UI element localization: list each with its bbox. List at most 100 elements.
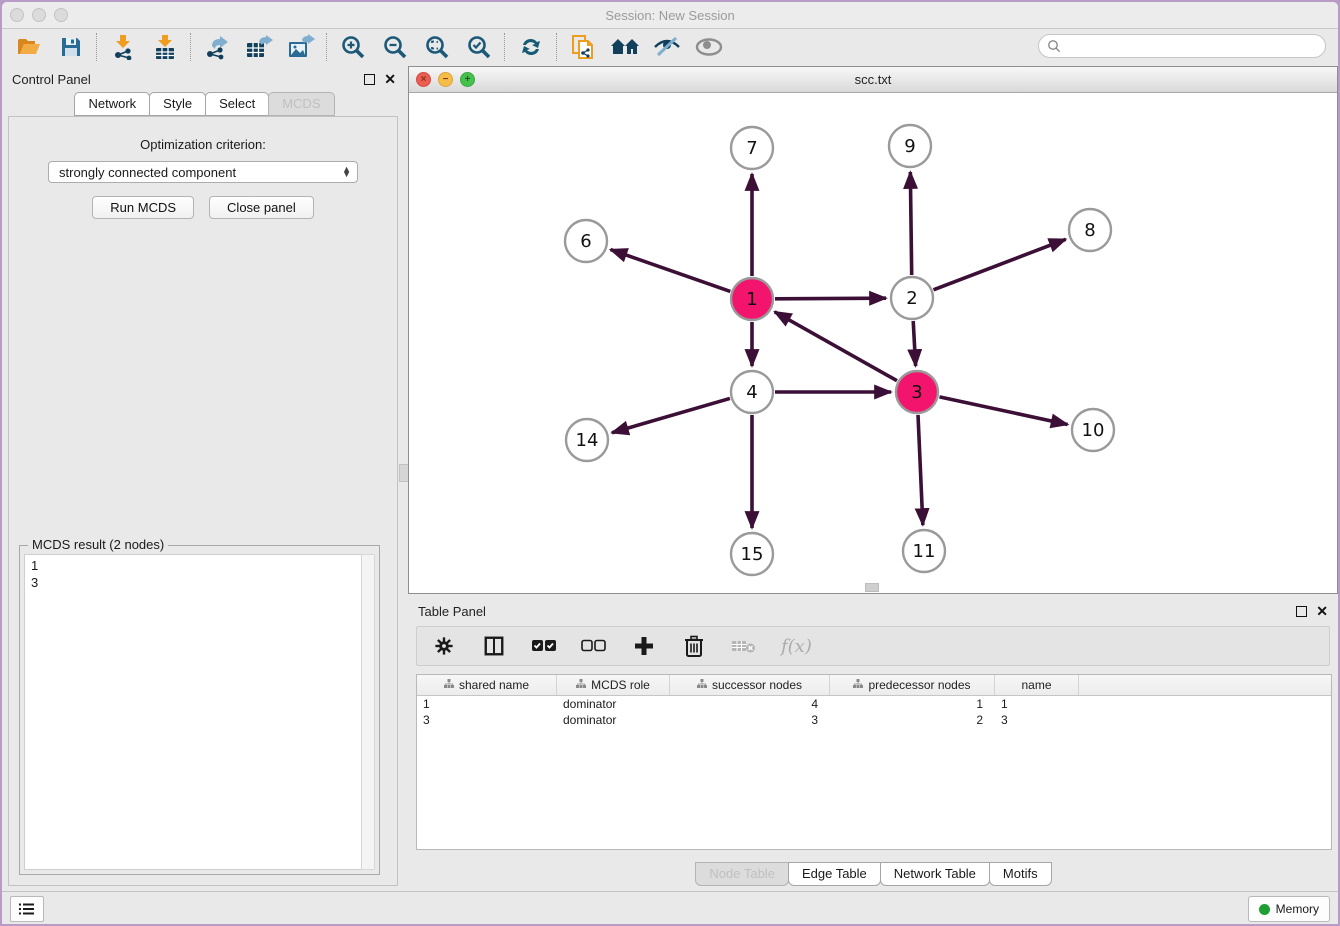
export-image-icon[interactable] (280, 32, 322, 62)
deselect-all-icon[interactable] (581, 633, 607, 659)
show-column-icon[interactable] (481, 633, 507, 659)
column-type-icon (853, 678, 863, 692)
float-panel-icon[interactable] (364, 74, 375, 85)
float-table-panel-icon[interactable] (1296, 606, 1307, 617)
search-box[interactable] (1038, 34, 1326, 58)
tab-mcds[interactable]: MCDS (268, 92, 334, 116)
svg-text:11: 11 (913, 541, 936, 562)
edge-2-3[interactable] (913, 321, 915, 366)
tab-node-table[interactable]: Node Table (695, 862, 789, 886)
tab-select[interactable]: Select (205, 92, 269, 116)
column-header-shared-name[interactable]: shared name (417, 675, 557, 695)
column-type-icon (444, 678, 454, 692)
status-bar: Memory (2, 891, 1338, 924)
graph-node-1[interactable]: 1 (731, 278, 773, 320)
graph-node-7[interactable]: 7 (731, 127, 773, 169)
cell-successor-nodes[interactable]: 4 (670, 696, 830, 712)
memory-button[interactable]: Memory (1248, 896, 1330, 922)
hide-selected-icon[interactable] (646, 32, 688, 62)
mcds-result-list[interactable]: 13 (24, 554, 363, 870)
tab-edge-table[interactable]: Edge Table (788, 862, 881, 886)
graph-node-15[interactable]: 15 (731, 533, 773, 575)
select-all-icon[interactable] (531, 633, 557, 659)
close-panel-icon[interactable]: ✕ (384, 72, 396, 86)
column-label: shared name (459, 678, 529, 692)
open-session-icon[interactable] (8, 32, 50, 62)
edge-2-8[interactable] (933, 239, 1065, 290)
edge-3-11[interactable] (918, 415, 923, 525)
show-all-icon[interactable] (688, 32, 730, 62)
column-header-MCDS-role[interactable]: MCDS role (557, 675, 670, 695)
run-mcds-button[interactable]: Run MCDS (92, 196, 194, 219)
export-table-icon[interactable] (238, 32, 280, 62)
edge-2-9[interactable] (910, 172, 911, 275)
toolbar-separator (326, 33, 328, 61)
horizontal-splitter-handle[interactable] (865, 583, 879, 592)
mcds-result-group: MCDS result (2 nodes) 13 (19, 545, 380, 875)
import-table-icon[interactable] (144, 32, 186, 62)
graph-node-8[interactable]: 8 (1069, 209, 1111, 251)
zoom-in-icon[interactable] (332, 32, 374, 62)
network-window-titlebar[interactable]: × − + scc.txt (409, 67, 1337, 93)
edge-3-1[interactable] (775, 312, 897, 381)
edge-1-6[interactable] (611, 250, 731, 292)
graph-node-10[interactable]: 10 (1072, 409, 1114, 451)
toolbar-separator (504, 33, 506, 61)
column-label: name (1021, 678, 1051, 692)
zoom-selected-icon[interactable] (458, 32, 500, 62)
svg-text:14: 14 (576, 430, 599, 451)
tab-style[interactable]: Style (149, 92, 206, 116)
duplicate-network-icon[interactable] (562, 32, 604, 62)
criterion-dropdown[interactable]: strongly connected component ▲▼ (48, 161, 358, 183)
add-row-icon[interactable] (631, 633, 657, 659)
cell-shared-name[interactable]: 3 (417, 712, 557, 728)
delete-row-icon[interactable] (681, 633, 707, 659)
table-row[interactable]: 1dominator411 (417, 696, 1331, 712)
edge-1-2[interactable] (775, 298, 886, 299)
table-settings-icon[interactable] (431, 633, 457, 659)
column-header-predecessor-nodes[interactable]: predecessor nodes (830, 675, 995, 695)
svg-text:15: 15 (741, 544, 764, 565)
export-network-icon[interactable] (196, 32, 238, 62)
import-network-icon[interactable] (102, 32, 144, 62)
refresh-network-icon[interactable] (510, 32, 552, 62)
first-neighbors-icon[interactable] (604, 32, 646, 62)
graph-node-9[interactable]: 9 (889, 125, 931, 167)
column-header-name[interactable]: name (995, 675, 1079, 695)
mcds-result-scrollbar[interactable] (361, 554, 375, 870)
edge-3-10[interactable] (939, 397, 1067, 425)
node-table-body: 1dominator4113dominator323 (417, 696, 1331, 728)
cell-name[interactable]: 1 (995, 696, 1079, 712)
edge-4-14[interactable] (612, 398, 730, 432)
table-panel-title: Table Panel (418, 604, 486, 619)
search-icon (1047, 39, 1061, 53)
cell-predecessor-nodes[interactable]: 2 (830, 712, 995, 728)
column-header-filler (1079, 675, 1331, 695)
tab-network-table[interactable]: Network Table (880, 862, 990, 886)
close-table-panel-icon[interactable]: ✕ (1316, 604, 1328, 618)
close-panel-button[interactable]: Close panel (209, 196, 314, 219)
task-history-button[interactable] (10, 896, 44, 922)
cell-MCDS-role[interactable]: dominator (557, 696, 670, 712)
cell-shared-name[interactable]: 1 (417, 696, 557, 712)
graph-node-11[interactable]: 11 (903, 530, 945, 572)
save-session-icon[interactable] (50, 32, 92, 62)
graph-node-14[interactable]: 14 (566, 419, 608, 461)
network-graph-canvas[interactable]: 7 9 6 8 1 2 4 3 14 10 15 11 (409, 92, 1337, 593)
table-row[interactable]: 3dominator323 (417, 712, 1331, 728)
application-window: Session: New Session Control Panel ✕ Net… (0, 0, 1340, 926)
graph-node-3[interactable]: 3 (896, 371, 938, 413)
tab-network[interactable]: Network (74, 92, 150, 116)
zoom-out-icon[interactable] (374, 32, 416, 62)
graph-node-4[interactable]: 4 (731, 371, 773, 413)
graph-node-2[interactable]: 2 (891, 277, 933, 319)
cell-name[interactable]: 3 (995, 712, 1079, 728)
node-table[interactable]: shared name MCDS rolesuccessor nodesprede… (416, 674, 1332, 850)
column-header-successor-nodes[interactable]: successor nodes (670, 675, 830, 695)
zoom-fit-icon[interactable] (416, 32, 458, 62)
cell-MCDS-role[interactable]: dominator (557, 712, 670, 728)
cell-predecessor-nodes[interactable]: 1 (830, 696, 995, 712)
graph-node-6[interactable]: 6 (565, 220, 607, 262)
cell-successor-nodes[interactable]: 3 (670, 712, 830, 728)
tab-motifs[interactable]: Motifs (989, 862, 1052, 886)
